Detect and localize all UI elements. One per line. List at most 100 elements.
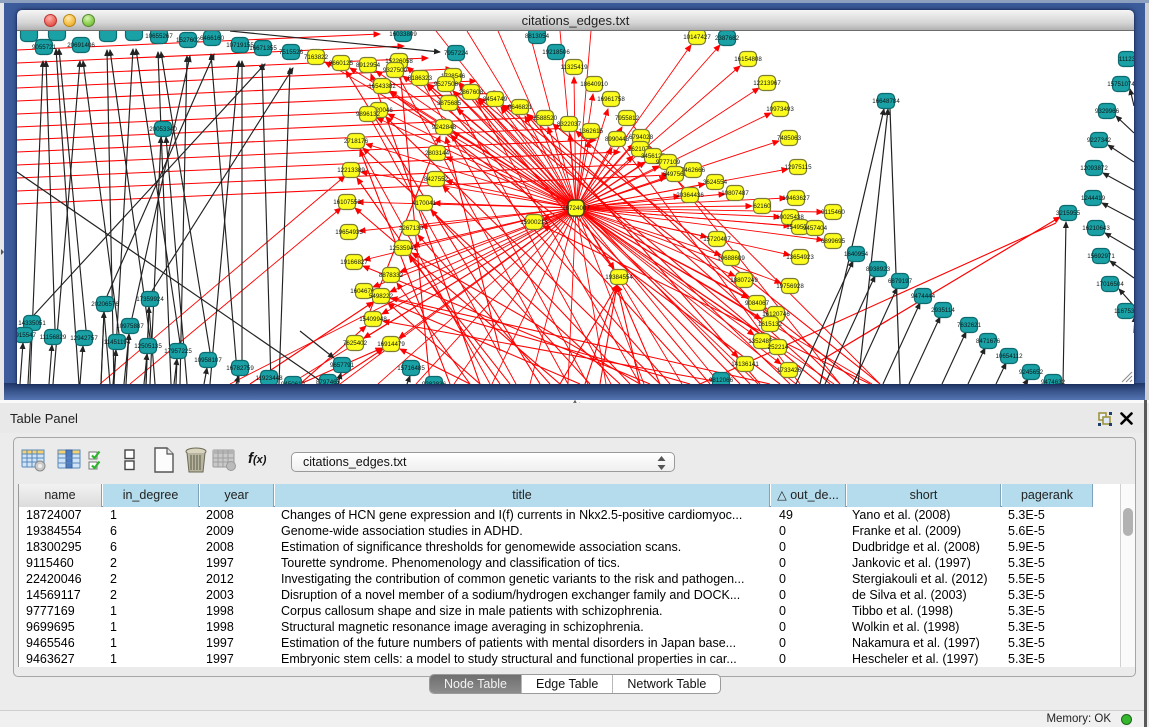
svg-text:9329966: 9329966: [1095, 108, 1120, 115]
svg-text:11156829: 11156829: [40, 334, 67, 341]
svg-text:9450612: 9450612: [281, 381, 306, 384]
svg-text:9242848: 9242848: [432, 124, 457, 131]
svg-text:18640910: 18640910: [580, 81, 608, 88]
svg-text:3915547: 3915547: [17, 332, 37, 339]
svg-text:12093872: 12093872: [1080, 165, 1108, 172]
svg-text:10807487: 10807487: [721, 190, 749, 197]
svg-text:20691406: 20691406: [67, 42, 95, 49]
svg-text:4170041: 4170041: [412, 200, 437, 207]
svg-text:8813054: 8813054: [525, 33, 550, 40]
svg-text:17359924: 17359924: [136, 296, 164, 303]
svg-text:10975887: 10975887: [116, 323, 144, 330]
svg-text:16782759: 16782759: [226, 365, 254, 372]
svg-text:3215955: 3215955: [1056, 210, 1081, 217]
svg-text:7955812: 7955812: [615, 115, 640, 122]
svg-text:15409948: 15409948: [359, 316, 387, 323]
svg-text:19654933: 19654933: [335, 229, 363, 236]
svg-text:9896132: 9896132: [356, 111, 381, 118]
svg-text:15716485: 15716485: [397, 365, 425, 372]
svg-text:10973493: 10973493: [766, 106, 794, 113]
svg-text:17016504: 17016504: [1096, 281, 1124, 288]
svg-text:9327500: 9327500: [383, 67, 408, 74]
svg-text:1640954: 1640954: [844, 251, 869, 258]
svg-text:252214: 252214: [768, 344, 789, 351]
svg-text:10655267: 10655267: [145, 33, 173, 40]
svg-text:9474632: 9474632: [1041, 379, 1066, 384]
svg-text:7462666: 7462666: [681, 167, 706, 174]
svg-text:11325419: 11325419: [560, 64, 588, 71]
svg-text:8878332: 8878332: [379, 272, 404, 279]
svg-text:2867608: 2867608: [459, 89, 484, 96]
svg-text:20364436: 20364436: [676, 192, 704, 199]
svg-text:3267130: 3267130: [399, 225, 424, 232]
svg-text:8797465: 8797465: [316, 379, 341, 384]
svg-text:9115460: 9115460: [821, 209, 845, 216]
svg-text:1167534: 1167534: [1114, 308, 1134, 315]
svg-text:1244419: 1244419: [1081, 195, 1106, 202]
svg-text:8186323: 8186323: [408, 75, 433, 82]
svg-text:12213389: 12213389: [337, 167, 365, 174]
svg-text:14136141: 14136141: [731, 361, 759, 368]
svg-text:8427552: 8427552: [424, 176, 449, 183]
svg-text:16210643: 16210643: [1082, 225, 1110, 232]
svg-text:9084067: 9084067: [745, 300, 770, 307]
svg-text:19384554: 19384554: [605, 274, 633, 281]
svg-text:16543382: 16543382: [368, 83, 396, 90]
svg-text:9812066: 9812066: [709, 377, 734, 384]
svg-text:20206576: 20206576: [91, 301, 119, 308]
svg-text:11451194: 11451194: [104, 339, 131, 346]
svg-text:14335051: 14335051: [18, 320, 46, 327]
svg-text:9527508: 9527508: [434, 81, 459, 88]
svg-text:10688609: 10688609: [717, 255, 745, 262]
svg-text:11923448: 11923448: [255, 375, 283, 382]
svg-text:9282836: 9282836: [422, 381, 447, 384]
svg-text:8938923: 8938923: [866, 266, 891, 273]
svg-text:10147427: 10147427: [683, 34, 711, 41]
svg-text:13654923: 13654923: [786, 254, 814, 261]
svg-text:10958107: 10958107: [194, 357, 222, 364]
svg-text:15692971: 15692971: [1087, 253, 1115, 260]
svg-text:16914479: 16914479: [377, 341, 405, 348]
svg-text:7957224: 7957224: [444, 50, 469, 57]
svg-text:11123: 11123: [1119, 56, 1134, 63]
svg-text:19218506: 19218506: [542, 49, 570, 56]
svg-text:2387682: 2387682: [715, 35, 740, 42]
svg-text:1615132: 1615132: [758, 321, 783, 328]
svg-text:12942757: 12942757: [70, 335, 98, 342]
svg-text:12505135: 12505135: [134, 343, 162, 350]
svg-text:9245652: 9245652: [1019, 369, 1044, 376]
svg-text:16648784: 16648784: [872, 98, 900, 105]
svg-text:7625402: 7625402: [343, 340, 368, 347]
svg-text:8322037: 8322037: [557, 121, 582, 128]
svg-text:8660125: 8660125: [329, 60, 354, 67]
svg-text:1527602: 1527602: [176, 37, 201, 44]
svg-text:62160: 62160: [753, 203, 771, 210]
svg-text:12535941: 12535941: [389, 245, 417, 252]
svg-text:9055721: 9055721: [32, 44, 57, 51]
svg-text:2718176: 2718176: [344, 138, 369, 145]
svg-text:17957225: 17957225: [164, 348, 192, 355]
svg-text:18807249: 18807249: [730, 277, 758, 284]
svg-text:9457404: 9457404: [803, 225, 828, 232]
svg-text:6899695: 6899695: [821, 238, 846, 245]
svg-text:16671355: 16671355: [249, 45, 277, 52]
svg-text:1588520: 1588520: [533, 115, 558, 122]
svg-text:20053340: 20053340: [149, 126, 177, 133]
svg-text:2803144: 2803144: [425, 150, 450, 157]
svg-text:9777109: 9777109: [656, 159, 681, 166]
svg-text:8912954: 8912954: [356, 62, 381, 69]
svg-text:8454749: 8454749: [483, 96, 508, 103]
svg-text:6879197: 6879197: [888, 278, 913, 285]
svg-text:12213967: 12213967: [753, 80, 781, 87]
svg-text:15751074: 15751074: [1107, 81, 1134, 88]
svg-text:3875685: 3875685: [437, 100, 462, 107]
svg-text:6466160: 6466160: [200, 35, 225, 42]
svg-text:7515526: 7515526: [279, 49, 304, 56]
svg-text:16107553: 16107553: [333, 199, 361, 206]
svg-text:9474444: 9474444: [911, 293, 936, 300]
svg-text:16154808: 16154808: [734, 56, 762, 63]
svg-text:10654112: 10654112: [995, 353, 1023, 360]
svg-text:8990448: 8990448: [605, 136, 630, 143]
svg-text:19463627: 19463627: [782, 195, 810, 202]
svg-text:19166827: 19166827: [340, 259, 368, 266]
